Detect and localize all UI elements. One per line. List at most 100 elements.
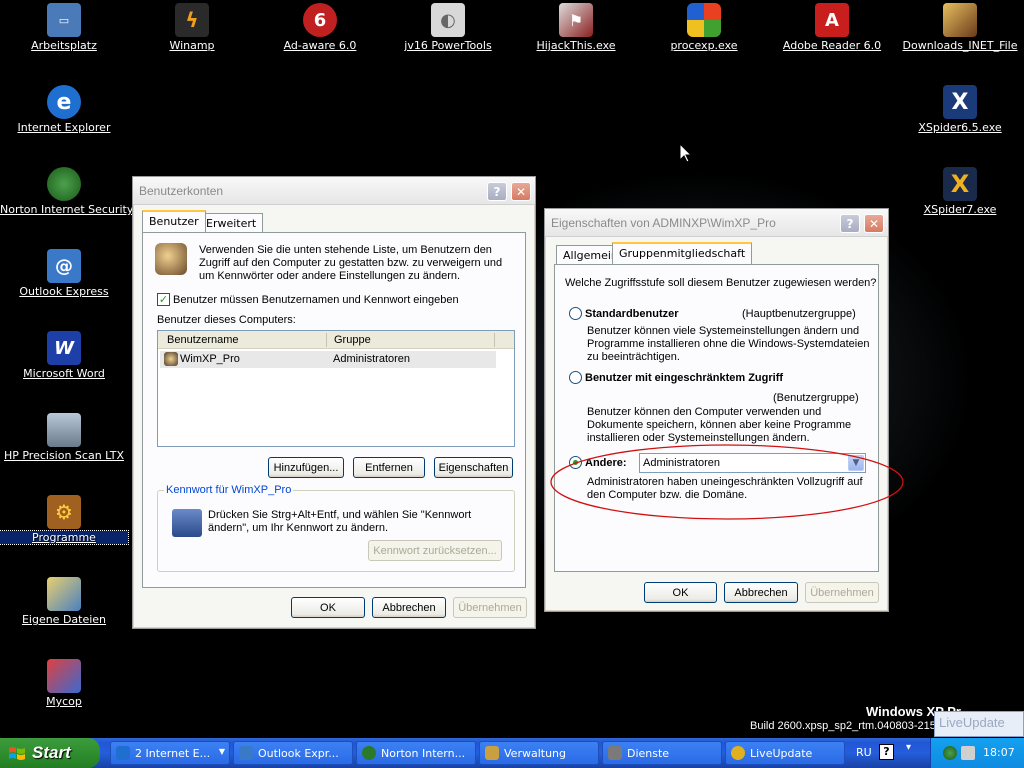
icon-programme[interactable]: ⚙ Programme (0, 495, 129, 545)
cancel-button[interactable]: Abbrechen (724, 582, 798, 603)
task-verwaltung[interactable]: Verwaltung (479, 741, 599, 765)
password-group-title: Kennwort für WimXP_Pro (164, 484, 294, 497)
annotation-ellipse (550, 444, 904, 520)
apply-button[interactable]: Übernehmen (453, 597, 527, 618)
help-button[interactable]: ? (840, 214, 860, 233)
require-login-checkbox[interactable]: ✓ (157, 293, 170, 306)
globe-icon (47, 167, 81, 201)
password-groupbox: Kennwort für WimXP_Pro Drücken Sie Strg+… (157, 484, 515, 572)
icon-microsoft-word[interactable]: W Microsoft Word (0, 331, 128, 380)
icon-hijackthis[interactable]: ⚑ HijackThis.exe (512, 3, 640, 52)
task-label: Dienste (627, 746, 670, 760)
icon-downloads-inet[interactable]: Downloads_INET_File (896, 3, 1024, 52)
icon-procexp[interactable]: procexp.exe (640, 3, 768, 52)
icon-internet-explorer[interactable]: e Internet Explorer (0, 85, 128, 134)
task-label: Norton Intern... (381, 746, 466, 760)
liveupdate-popup[interactable]: LiveUpdate (934, 711, 1024, 737)
row-group: Administratoren (333, 353, 411, 365)
window-title: Benutzerkonten (139, 183, 224, 198)
restricted-user-radio[interactable] (569, 371, 582, 384)
user-icon (164, 352, 178, 366)
chevron-down-icon[interactable]: ▾ (906, 742, 911, 753)
documents-icon (47, 577, 81, 611)
icon-label: Adobe Reader 6.0 (782, 39, 882, 52)
apply-button[interactable]: Übernehmen (805, 582, 879, 603)
task-label: LiveUpdate (750, 746, 813, 760)
icon-label: Microsoft Word (23, 367, 105, 380)
reset-password-button[interactable]: Kennwort zurücksetzen... (368, 540, 502, 561)
icon-xspider7[interactable]: X XSpider7.exe (896, 167, 1024, 216)
icon-label: HP Precision Scan LTX (3, 449, 125, 462)
restricted-user-label: Benutzer mit eingeschränktem Zugriff (585, 372, 784, 384)
icon-hp-precision-scan[interactable]: HP Precision Scan LTX (0, 413, 128, 462)
title-bar[interactable]: Eigenschaften von ADMINXP\WimXP_Pro ? ✕ (545, 209, 888, 237)
task-label: Verwaltung (504, 746, 566, 760)
table-row[interactable]: WimXP_Pro Administratoren (160, 351, 496, 368)
ok-button[interactable]: OK (291, 597, 365, 618)
icon-jv16-powertools[interactable]: ◐ jv16 PowerTools (384, 3, 512, 52)
help-button[interactable]: ? (487, 182, 507, 201)
icon-label: Norton Internet Security (0, 203, 134, 216)
computer-icon: ▭ (47, 3, 81, 37)
eigenschaften-window: Eigenschaften von ADMINXP\WimXP_Pro ? ✕ … (544, 208, 889, 612)
icon-mycop[interactable]: Mycop (0, 659, 128, 708)
icon-label: Arbeitsplatz (31, 39, 97, 52)
network-icon[interactable] (961, 746, 975, 760)
cancel-button[interactable]: Abbrechen (372, 597, 446, 618)
icon-label: Internet Explorer (17, 121, 111, 134)
help-icon[interactable]: ? (879, 744, 894, 760)
icon-eigene-dateien[interactable]: Eigene Dateien (0, 577, 128, 626)
benutzerkonten-window: Benutzerkonten ? ✕ Benutzer Erweitert Ve… (132, 176, 536, 629)
task-internet-explorer[interactable]: 2 Internet E... ▼ (110, 741, 230, 765)
icon-adobe-reader[interactable]: A Adobe Reader 6.0 (768, 3, 896, 52)
tab-erweitert[interactable]: Erweitert (199, 213, 264, 233)
icon-outlook-express[interactable]: @ Outlook Express (0, 249, 128, 298)
icon-label: HijackThis.exe (536, 39, 616, 52)
icon-arbeitsplatz[interactable]: ▭ Arbeitsplatz (0, 3, 128, 52)
icon-label: XSpider6.5.exe (918, 121, 1002, 134)
standard-user-radio[interactable] (569, 307, 582, 320)
windows-logo-icon (9, 747, 25, 760)
mail-icon: @ (47, 249, 81, 283)
start-button[interactable]: Start (0, 738, 100, 768)
standard-user-group: (Hauptbenutzergruppe) (742, 308, 856, 320)
add-user-button[interactable]: Hinzufügen... (268, 457, 344, 478)
start-label: Start (32, 743, 71, 762)
icon-xspider65[interactable]: X XSpider6.5.exe (896, 85, 1024, 134)
task-norton[interactable]: Norton Intern... (356, 741, 476, 765)
users-list-caption: Benutzer dieses Computers: (157, 314, 296, 326)
icon-norton-internet-security[interactable]: Norton Internet Security (0, 167, 134, 216)
column-header-benutzername[interactable]: Benutzername (167, 334, 239, 347)
ad-aware-icon: 6 (303, 3, 337, 37)
gear-icon (608, 746, 622, 760)
icon-ad-aware[interactable]: 6 Ad-aware 6.0 (256, 3, 384, 52)
globe-icon[interactable] (943, 746, 957, 760)
user-properties-button[interactable]: Eigenschaften (434, 457, 513, 478)
icon-winamp[interactable]: ϟ Winamp (128, 3, 256, 52)
access-question: Welche Zugriffsstufe soll diesem Benutze… (565, 277, 877, 289)
ok-button[interactable]: OK (644, 582, 717, 603)
users-list[interactable]: Benutzername Gruppe WimXP_Pro Administra… (157, 330, 515, 447)
task-label: 2 Internet E... (135, 746, 211, 760)
icon-label: Downloads_INET_File (902, 39, 1018, 52)
task-dienste[interactable]: Dienste (602, 741, 722, 765)
language-indicator[interactable]: RU (856, 746, 872, 759)
icon-label: Mycop (46, 695, 82, 708)
close-button[interactable]: ✕ (864, 214, 884, 233)
column-header-gruppe[interactable]: Gruppe (334, 334, 371, 347)
clock[interactable]: 18:07 (983, 746, 1015, 759)
task-liveupdate[interactable]: LiveUpdate (725, 741, 845, 765)
remove-user-button[interactable]: Entfernen (353, 457, 425, 478)
title-bar[interactable]: Benutzerkonten ? ✕ (133, 177, 535, 205)
tab-panel: Verwenden Sie die unten stehende Liste, … (142, 232, 526, 588)
xp-watermark-build: Build 2600.xpsp_sp2_rtm.040803-215 (750, 720, 936, 732)
tab-gruppenmitgliedschaft[interactable]: Gruppenmitgliedschaft (612, 242, 753, 264)
task-outlook-express[interactable]: Outlook Expr... (233, 741, 353, 765)
close-button[interactable]: ✕ (511, 182, 531, 201)
folder-icon (943, 3, 977, 37)
column-divider (326, 333, 327, 347)
tab-benutzer[interactable]: Benutzer (142, 210, 206, 232)
lightbulb-icon: ◐ (431, 3, 465, 37)
winamp-icon: ϟ (175, 3, 209, 37)
admin-tools-icon (485, 746, 499, 760)
